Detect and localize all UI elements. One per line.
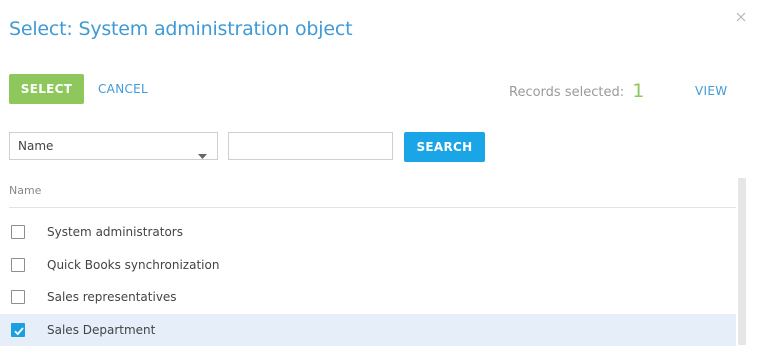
list-item[interactable]: Sales representatives (0, 281, 736, 313)
column-dropdown-value: Name (18, 139, 54, 153)
select-button[interactable]: SELECT (9, 74, 84, 104)
list-item[interactable]: Quick Books synchronization (0, 249, 736, 281)
checkmark-icon (14, 327, 24, 336)
column-header-label: Name (9, 184, 42, 197)
close-icon[interactable] (733, 9, 749, 25)
row-checkbox[interactable] (11, 225, 25, 239)
chevron-down-icon (198, 144, 207, 159)
list-item-label: Quick Books synchronization (47, 258, 220, 272)
row-checkbox-checked[interactable] (11, 323, 25, 337)
column-dropdown[interactable]: Name (9, 132, 218, 160)
row-checkbox[interactable] (11, 290, 25, 304)
list-item-label: Sales representatives (47, 290, 177, 304)
list-item-label: Sales Department (47, 323, 156, 337)
list-item[interactable]: System administrators (0, 216, 736, 248)
dialog-title: Select: System administration object (9, 18, 353, 40)
records-selected-label: Records selected: (509, 85, 625, 100)
records-grid: Name System administrators Quick Books s… (0, 178, 736, 346)
column-header-name[interactable]: Name (9, 178, 736, 208)
records-selected: Records selected: 1 (509, 79, 644, 103)
list-item-label: System administrators (47, 225, 183, 239)
row-checkbox[interactable] (11, 258, 25, 272)
view-button[interactable]: VIEW (695, 79, 727, 103)
list-item-selected[interactable]: Sales Department (0, 314, 736, 346)
search-button[interactable]: SEARCH (404, 132, 485, 162)
search-input[interactable] (228, 132, 393, 160)
cancel-button[interactable]: CANCEL (98, 74, 148, 104)
records-selected-count: 1 (632, 80, 645, 102)
vertical-scrollbar[interactable] (738, 178, 746, 345)
